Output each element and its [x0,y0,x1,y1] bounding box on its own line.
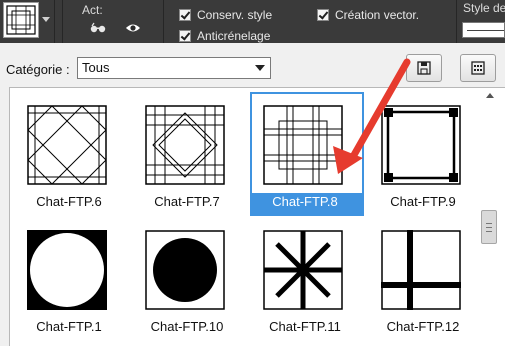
category-select[interactable]: Tous [77,57,271,79]
shape-caption: Chat-FTP.7 [154,194,220,209]
circle-in-black-square-icon [27,230,107,310]
act-label: Act: [82,3,103,17]
line-style-select[interactable] [462,22,505,38]
shape-item-chat-ftp-7[interactable]: Chat-FTP.7 [128,88,246,218]
creation-vector-checkbox[interactable]: Création vector. [317,8,419,22]
shape-item-chat-ftp-12[interactable]: Chat-FTP.12 [364,213,482,346]
grid-view-icon [471,61,485,75]
shape-item-chat-ftp-10[interactable]: Chat-FTP.10 [128,213,246,346]
square-corner-dots-icon [381,105,461,185]
conserv-style-checkbox[interactable]: Conserv. style [179,8,272,22]
shape-item-chat-ftp-1[interactable]: Chat-FTP.1 [10,213,128,346]
black-circle-icon [145,230,225,310]
shape-caption: Chat-FTP.9 [390,194,456,209]
cross-lines-square-icon [381,230,461,310]
scroll-up-arrow-icon[interactable] [486,93,494,98]
save-icon [417,61,431,75]
shape-caption: Chat-FTP.10 [150,319,224,334]
nested-squares-icon [263,105,343,185]
shape-item-chat-ftp-11[interactable]: Chat-FTP.11 [246,213,364,346]
creation-vector-label: Création vector. [335,8,420,22]
save-shape-button[interactable] [406,54,442,82]
eye-icon[interactable] [125,22,141,37]
shape-caption: Chat-FTP.1 [36,319,102,334]
conserv-style-label: Conserv. style [197,8,273,22]
diamond-lattice-icon [27,105,107,185]
shape-item-chat-ftp-9[interactable]: Chat-FTP.9 [364,88,482,218]
separator [456,0,457,43]
glasses-icon[interactable] [90,22,106,37]
shape-caption: Chat-FTP.8 [272,194,338,209]
shape-gallery: Chat-FTP.6 Chat-FTP.7 Chat-FTP.8 Chat-FT… [9,87,505,346]
checkbox-checked-icon[interactable] [317,9,329,21]
shape-item-chat-ftp-6[interactable]: Chat-FTP.6 [10,88,128,218]
grip-line [486,223,492,224]
shape-library-button[interactable] [460,54,496,82]
separator [62,0,63,43]
shape-caption: Chat-FTP.11 [269,319,341,334]
separator [163,0,164,43]
nested-squares-icon [6,5,36,35]
shape-preset-swatch[interactable] [3,2,39,38]
anticrenelage-checkbox[interactable]: Anticrénelage [179,29,270,43]
category-selected-value: Tous [82,60,110,75]
chevron-down-icon [255,65,265,71]
shape-item-chat-ftp-8[interactable]: Chat-FTP.8 [246,88,364,218]
checkbox-checked-icon[interactable] [179,9,191,21]
double-diamond-lattice-icon [145,105,225,185]
options-bar: Act: Conserv. style Anticrénelage Créati… [0,0,505,43]
style-label: Style de [463,1,505,15]
shape-caption: Chat-FTP.12 [386,319,460,334]
asterisk-square-icon [263,230,343,310]
grip-line [486,227,492,228]
separator [54,0,55,43]
checkbox-checked-icon[interactable] [179,30,191,42]
chevron-down-icon[interactable] [42,17,50,22]
category-label: Catégorie : [6,62,70,77]
scrollbar-thumb[interactable] [481,210,497,244]
grip-line [486,231,492,232]
shape-caption: Chat-FTP.6 [36,194,102,209]
anticrenelage-label: Anticrénelage [197,29,271,43]
